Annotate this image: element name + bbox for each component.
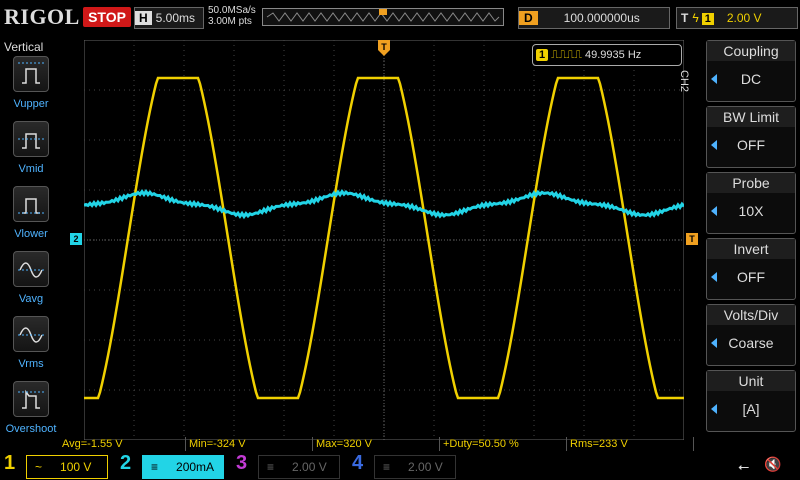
volts-div-value: Coarse [728, 335, 774, 351]
measure-vavg-button[interactable] [13, 251, 49, 287]
measure-vmid-label: Vmid [18, 163, 44, 175]
top-status-bar: RIGOL STOP H 5.00ms 50.0MSa/s 3.00M pts D… [0, 0, 800, 36]
trigger-label: T [681, 11, 689, 25]
trigger-position-marker: T [378, 40, 390, 56]
channel-3-status[interactable]: ≡ 2.00 V [258, 455, 340, 479]
memory-position-bar[interactable] [262, 8, 504, 26]
channel-scale: 2.00 V [408, 460, 443, 474]
unit-value: [A] [742, 401, 760, 417]
rigol-logo: RIGOL [4, 4, 80, 29]
coupling-icon: ~ [35, 460, 43, 474]
coupling-icon: ≡ [267, 460, 275, 474]
measurement-item[interactable]: +Duty=50.50 % [441, 437, 567, 451]
measure-vlower-button[interactable] [13, 186, 49, 222]
frequency-counter: 1 ⎍⎍⎍⎍ 49.9935 Hz [532, 44, 682, 66]
measurement-item[interactable]: Min=-324 V [187, 437, 313, 451]
measure-overshoot-button[interactable] [13, 381, 49, 417]
invert-title: Invert [707, 239, 795, 259]
channel-scale: 2.00 V [292, 460, 327, 474]
measure-vavg-label: Vavg [18, 293, 44, 305]
measure-vrms-label: Vrms [18, 358, 44, 370]
timebase-box[interactable]: H 5.00ms [134, 7, 204, 29]
probe-softkey[interactable]: Probe 10X [706, 172, 796, 234]
channel-4-status[interactable]: ≡ 2.00 V [374, 455, 456, 479]
measurement-bar: Avg=-1.55 V Min=-324 V Max=320 V +Duty=50.5… [60, 437, 710, 451]
measurement-item[interactable]: Max=320 V [314, 437, 440, 451]
channel-tag: CH2 [678, 70, 690, 93]
channel-1-number[interactable]: 1 [4, 452, 15, 475]
unit-title: Unit [707, 371, 795, 391]
unit-softkey[interactable]: Unit [A] [706, 370, 796, 432]
ch2-offset-marker[interactable]: 2 [70, 233, 82, 245]
channel-2-status[interactable]: ≡ 200mA [142, 455, 224, 479]
delay-label: D [519, 11, 538, 25]
measure-vavg-icon [18, 262, 44, 278]
measure-vlower-label: Vlower [14, 228, 48, 240]
measurement-item[interactable]: Avg=-1.55 V [60, 437, 186, 451]
measurement-item[interactable]: Rms=233 V [568, 437, 694, 451]
probe-title: Probe [707, 173, 795, 193]
run-stop-indicator[interactable]: STOP [83, 7, 131, 27]
trigger-box[interactable]: Tϟ 1 2.00 V [676, 7, 798, 29]
volts-div-softkey[interactable]: Volts/Div Coarse [706, 304, 796, 366]
measure-vmid-icon [18, 133, 44, 149]
timebase-label: H [135, 11, 152, 25]
channel-scale: 200mA [176, 460, 215, 474]
invert-value: OFF [737, 269, 765, 285]
trigger-level: 2.00 V [726, 11, 762, 25]
invert-softkey[interactable]: Invert OFF [706, 238, 796, 300]
rising-edge-icon: ϟ [692, 11, 699, 25]
coupling-icon: ≡ [383, 460, 391, 474]
svg-text:T: T [381, 42, 387, 52]
memory-waveform-icon [266, 9, 500, 22]
measure-vupper-label: Vupper [13, 98, 49, 110]
memory-depth: 3.00M pts [208, 16, 252, 27]
speaker-muted-icon[interactable]: 🔇 [764, 456, 781, 473]
trigger-source: 1 [701, 13, 714, 25]
measure-category-title: Vertical [4, 40, 44, 54]
channel-scale: 100 V [60, 460, 92, 474]
coupling-icon: ≡ [151, 460, 159, 474]
channel-4-number[interactable]: 4 [352, 452, 363, 475]
counter-channel: 1 [536, 49, 549, 61]
probe-value: 10X [738, 203, 764, 219]
bw-limit-value: OFF [737, 137, 765, 153]
measure-vrms-icon [18, 327, 44, 343]
waveform-display[interactable] [84, 40, 684, 440]
measure-vmid-button[interactable] [13, 121, 49, 157]
coupling-title: Coupling [707, 41, 795, 61]
coupling-value: DC [740, 71, 762, 87]
counter-value: 49.9935 Hz [585, 49, 642, 61]
sample-rate: 50.0MSa/s [208, 5, 256, 16]
measure-vrms-button[interactable] [13, 316, 49, 352]
bw-limit-softkey[interactable]: BW Limit OFF [706, 106, 796, 168]
measure-vlower-icon [18, 198, 44, 214]
pulse-icon: ⎍⎍⎍⎍ [551, 49, 582, 61]
timebase-value: 5.00ms [155, 11, 196, 25]
volts-div-title: Volts/Div [707, 305, 795, 325]
measure-overshoot-label: Overshoot [5, 423, 57, 435]
delay-box[interactable]: D 100.000000us [518, 7, 670, 29]
delay-value: 100.000000us [563, 11, 640, 25]
usb-icon: ⭠ [738, 458, 750, 474]
acquisition-info: 50.0MSa/s 3.00M pts [208, 5, 256, 27]
trigger-level-marker[interactable]: T [686, 233, 698, 245]
measure-overshoot-icon [18, 389, 44, 409]
coupling-softkey[interactable]: Coupling DC [706, 40, 796, 102]
channel-3-number[interactable]: 3 [236, 452, 247, 475]
measure-vupper-icon [18, 62, 44, 84]
channel-1-status[interactable]: ~100 V [26, 455, 108, 479]
channel-2-number[interactable]: 2 [120, 452, 131, 475]
bw-limit-title: BW Limit [707, 107, 795, 127]
measure-vupper-button[interactable] [13, 56, 49, 92]
